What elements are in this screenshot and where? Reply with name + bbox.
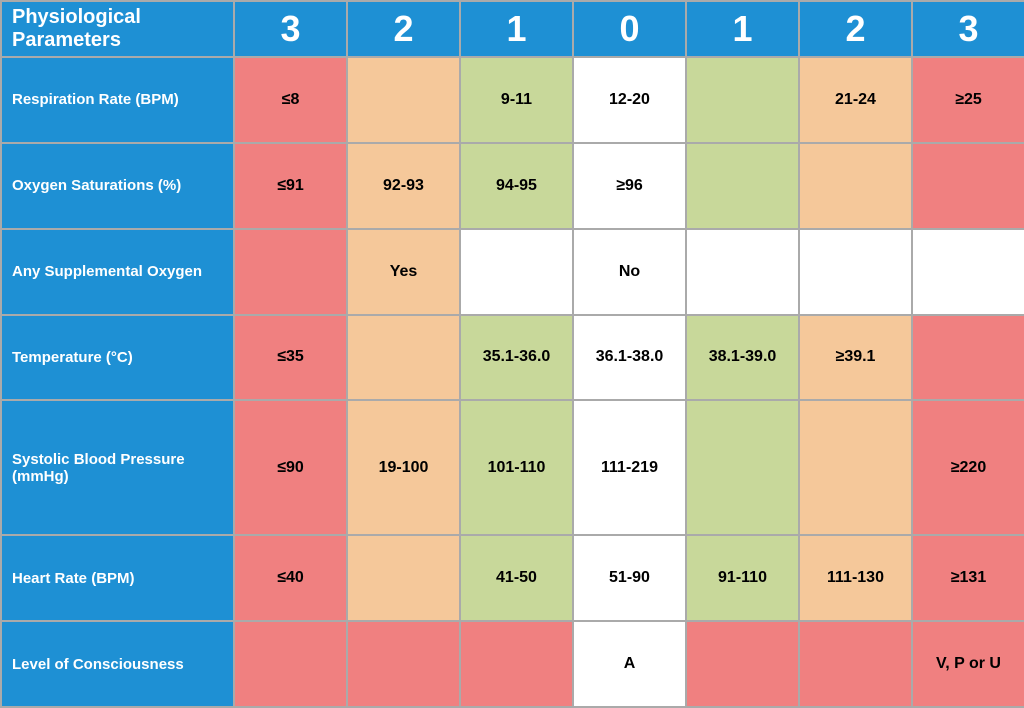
- cell-r3-c6: [912, 315, 1024, 401]
- row-label-3: Temperature (°C): [1, 315, 234, 401]
- score-header-0: 0: [573, 1, 686, 57]
- cell-r3-c0: ≤35: [234, 315, 347, 401]
- cell-r0-c3: 12-20: [573, 57, 686, 143]
- cell-r6-c6: V, P or U: [912, 621, 1024, 707]
- cell-r6-c2: [460, 621, 573, 707]
- table-row: Level of Consciousness A V, P or U: [1, 621, 1024, 707]
- header-row: Physiological Parameters 3 2 1 0 1 2 3: [1, 1, 1024, 57]
- cell-r5-c0: ≤40: [234, 535, 347, 621]
- score-header-2a: 2: [347, 1, 460, 57]
- cell-r5-c4: 91-110: [686, 535, 799, 621]
- cell-r4-c2: 101-110: [460, 400, 573, 535]
- cell-r0-c5: 21-24: [799, 57, 912, 143]
- cell-r5-c3: 51-90: [573, 535, 686, 621]
- cell-r1-c3: ≥96: [573, 143, 686, 229]
- cell-r3-c2: 35.1-36.0: [460, 315, 573, 401]
- cell-r5-c6: ≥131: [912, 535, 1024, 621]
- table-row: Temperature (°C)≤35 35.1-36.036.1-38.038.…: [1, 315, 1024, 401]
- score-header-3a: 3: [234, 1, 347, 57]
- param-header: Physiological Parameters: [1, 1, 234, 57]
- table-row: Respiration Rate (BPM)≤8 9-1112-20 21-24≥2…: [1, 57, 1024, 143]
- cell-r1-c6: [912, 143, 1024, 229]
- cell-r1-c4: [686, 143, 799, 229]
- cell-r0-c0: ≤8: [234, 57, 347, 143]
- score-header-1a: 1: [460, 1, 573, 57]
- row-label-2: Any Supplemental Oxygen: [1, 229, 234, 315]
- cell-r6-c3: A: [573, 621, 686, 707]
- cell-r1-c0: ≤91: [234, 143, 347, 229]
- cell-r0-c2: 9-11: [460, 57, 573, 143]
- cell-r3-c4: 38.1-39.0: [686, 315, 799, 401]
- cell-r2-c4: [686, 229, 799, 315]
- cell-r0-c4: [686, 57, 799, 143]
- cell-r2-c6: [912, 229, 1024, 315]
- score-header-1b: 1: [686, 1, 799, 57]
- cell-r4-c1: 19-100: [347, 400, 460, 535]
- table-row: Systolic Blood Pressure (mmHg)≤9019-1001…: [1, 400, 1024, 535]
- cell-r5-c2: 41-50: [460, 535, 573, 621]
- cell-r3-c1: [347, 315, 460, 401]
- cell-r6-c0: [234, 621, 347, 707]
- table-row: Any Supplemental Oxygen Yes No: [1, 229, 1024, 315]
- cell-r4-c4: [686, 400, 799, 535]
- row-label-6: Level of Consciousness: [1, 621, 234, 707]
- cell-r6-c5: [799, 621, 912, 707]
- row-label-0: Respiration Rate (BPM): [1, 57, 234, 143]
- cell-r4-c3: 111-219: [573, 400, 686, 535]
- row-label-5: Heart Rate (BPM): [1, 535, 234, 621]
- cell-r2-c5: [799, 229, 912, 315]
- cell-r1-c1: 92-93: [347, 143, 460, 229]
- row-label-1: Oxygen Saturations (%): [1, 143, 234, 229]
- cell-r0-c1: [347, 57, 460, 143]
- cell-r3-c5: ≥39.1: [799, 315, 912, 401]
- cell-r2-c2: [460, 229, 573, 315]
- cell-r1-c5: [799, 143, 912, 229]
- cell-r2-c0: [234, 229, 347, 315]
- cell-r4-c5: [799, 400, 912, 535]
- table-row: Oxygen Saturations (%)≤9192-9394-95≥96: [1, 143, 1024, 229]
- cell-r2-c3: No: [573, 229, 686, 315]
- cell-r5-c1: [347, 535, 460, 621]
- cell-r0-c6: ≥25: [912, 57, 1024, 143]
- cell-r6-c1: [347, 621, 460, 707]
- cell-r1-c2: 94-95: [460, 143, 573, 229]
- table-row: Heart Rate (BPM)≤40 41-5051-9091-110111-1…: [1, 535, 1024, 621]
- score-header-3b: 3: [912, 1, 1024, 57]
- cell-r5-c5: 111-130: [799, 535, 912, 621]
- cell-r6-c4: [686, 621, 799, 707]
- cell-r4-c0: ≤90: [234, 400, 347, 535]
- cell-r4-c6: ≥220: [912, 400, 1024, 535]
- score-header-2b: 2: [799, 1, 912, 57]
- cell-r3-c3: 36.1-38.0: [573, 315, 686, 401]
- row-label-4: Systolic Blood Pressure (mmHg): [1, 400, 234, 535]
- cell-r2-c1: Yes: [347, 229, 460, 315]
